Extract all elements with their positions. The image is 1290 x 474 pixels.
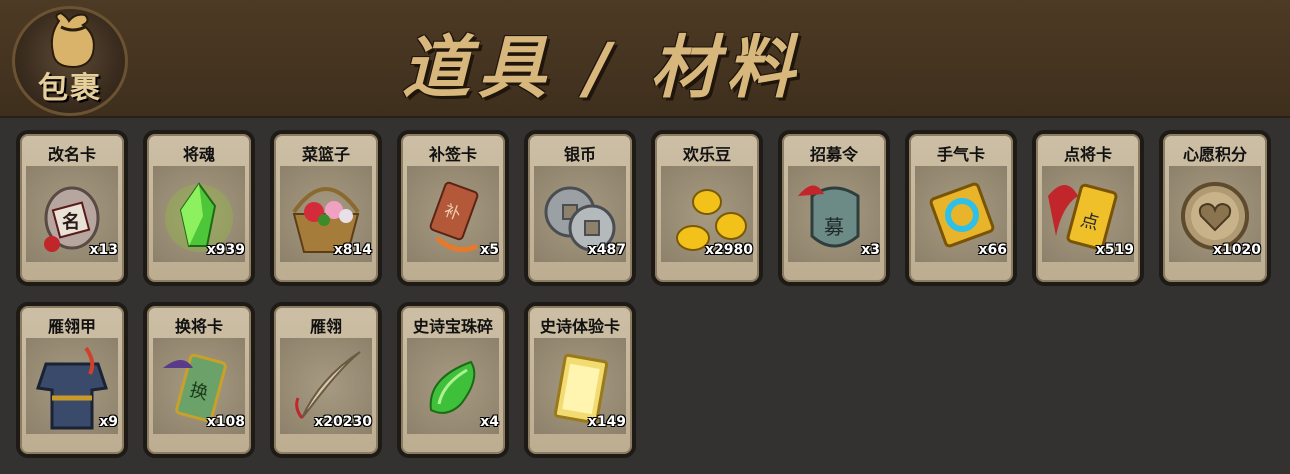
item-slot[interactable]: 补签卡补 x5 bbox=[397, 130, 509, 286]
item-slot[interactable]: 菜篮子 x814 bbox=[270, 130, 382, 286]
item-slot[interactable]: 史诗体验卡 x149 bbox=[524, 302, 636, 458]
item-count: x1020 bbox=[1213, 242, 1261, 258]
item-name: 菜篮子 bbox=[301, 145, 350, 164]
item-slot[interactable]: 招募令募 x3 bbox=[778, 130, 890, 286]
item-slot[interactable]: 将魂 x939 bbox=[143, 130, 255, 286]
item-count: x3 bbox=[861, 242, 880, 258]
item-name: 心愿积分 bbox=[1182, 145, 1247, 164]
bag-logo[interactable]: 包裹 bbox=[12, 6, 128, 116]
page-title: 道具 / 材料 bbox=[402, 29, 803, 108]
item-count: x519 bbox=[1095, 242, 1134, 258]
item-name: 手气卡 bbox=[936, 145, 985, 164]
item-name: 史诗体验卡 bbox=[539, 317, 620, 336]
item-count: x9 bbox=[99, 414, 118, 430]
item-count: x108 bbox=[206, 414, 245, 430]
item-name: 点将卡 bbox=[1063, 145, 1112, 164]
item-count: x149 bbox=[587, 414, 626, 430]
item-name: 欢乐豆 bbox=[682, 145, 731, 164]
item-count: x20230 bbox=[314, 414, 372, 430]
item-slot[interactable]: 点将卡点 x519 bbox=[1032, 130, 1144, 286]
item-slot[interactable]: 雁翎甲 x9 bbox=[16, 302, 128, 458]
logo-text: 包裹 bbox=[38, 71, 102, 106]
item-slot[interactable]: 改名卡名 x13 bbox=[16, 130, 128, 286]
item-slot[interactable]: 换将卡换 x108 bbox=[143, 302, 255, 458]
item-name: 换将卡 bbox=[174, 317, 223, 336]
item-slot[interactable]: 手气卡 x66 bbox=[905, 130, 1017, 286]
item-name: 银币 bbox=[563, 145, 596, 164]
item-count: x4 bbox=[480, 414, 499, 430]
item-name: 补签卡 bbox=[428, 145, 477, 164]
item-count: x13 bbox=[89, 242, 118, 258]
item-slot[interactable]: 银币 x487 bbox=[524, 130, 636, 286]
item-name: 改名卡 bbox=[47, 145, 96, 164]
item-count: x5 bbox=[480, 242, 499, 258]
bag-icon bbox=[50, 11, 95, 69]
item-count: x66 bbox=[978, 242, 1007, 258]
item-slot[interactable]: 欢乐豆 x2980 bbox=[651, 130, 763, 286]
item-name: 招募令 bbox=[809, 145, 858, 164]
item-name: 将魂 bbox=[182, 145, 215, 164]
svg-text:名: 名 bbox=[62, 211, 80, 233]
item-name: 史诗宝珠碎 bbox=[412, 317, 493, 336]
item-count: x814 bbox=[333, 242, 372, 258]
item-name: 雁翎 bbox=[309, 317, 342, 336]
item-slot[interactable]: 雁翎 x20230 bbox=[270, 302, 382, 458]
header-bar: 包裹 道具 / 材料 bbox=[0, 0, 1290, 118]
item-count: x487 bbox=[587, 242, 626, 258]
item-count: x2980 bbox=[705, 242, 753, 258]
svg-text:募: 募 bbox=[824, 215, 844, 239]
item-count: x939 bbox=[206, 242, 245, 258]
item-name: 雁翎甲 bbox=[47, 317, 96, 336]
item-slot[interactable]: 心愿积分 x1020 bbox=[1159, 130, 1271, 286]
item-slot[interactable]: 史诗宝珠碎 x4 bbox=[397, 302, 509, 458]
